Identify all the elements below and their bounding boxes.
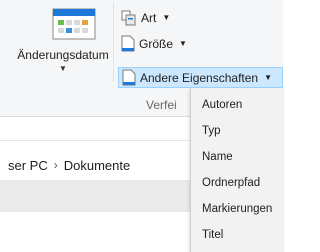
document-icon (122, 69, 136, 86)
document-icon (121, 35, 135, 52)
ribbon-divider (113, 2, 114, 82)
other-properties-label: Andere Eigenschaften (140, 70, 259, 85)
caret-down-icon: ▼ (162, 13, 171, 22)
menu-item-autoren[interactable]: Autoren (191, 92, 284, 118)
type-label: Art (141, 10, 157, 25)
breadcrumb[interactable]: ser PC › Dokumente (8, 153, 130, 177)
menu-item-titel[interactable]: Titel (191, 222, 284, 248)
modified-date-button[interactable]: Änderungsdatum ▼ (4, 0, 112, 90)
menu-item-name[interactable]: Name (191, 144, 284, 170)
size-label: Größe (139, 36, 174, 51)
size-button[interactable]: Größe ▼ (121, 34, 187, 53)
type-icon (121, 10, 136, 25)
menu-item-ordnerpfad[interactable]: Ordnerpfad (191, 170, 284, 196)
breadcrumb-item-documents[interactable]: Dokumente (64, 158, 130, 173)
other-properties-button[interactable]: Andere Eigenschaften ▼ (118, 67, 283, 88)
breadcrumb-item-pc[interactable]: ser PC (8, 158, 48, 173)
menu-item-typ[interactable]: Typ (191, 118, 284, 144)
other-properties-menu: Autoren Typ Name Ordnerpfad Markierungen… (190, 88, 284, 252)
calendar-icon (52, 8, 96, 40)
type-button[interactable]: Art ▼ (121, 8, 170, 27)
ribbon-group-label: Verfei (146, 98, 177, 112)
menu-item-markierungen[interactable]: Markierungen (191, 196, 284, 222)
caret-down-icon: ▼ (59, 64, 67, 73)
modified-date-label: Änderungsdatum (17, 48, 109, 62)
caret-down-icon: ▼ (264, 73, 273, 82)
breadcrumb-separator-icon: › (53, 158, 58, 172)
caret-down-icon: ▼ (179, 39, 187, 48)
